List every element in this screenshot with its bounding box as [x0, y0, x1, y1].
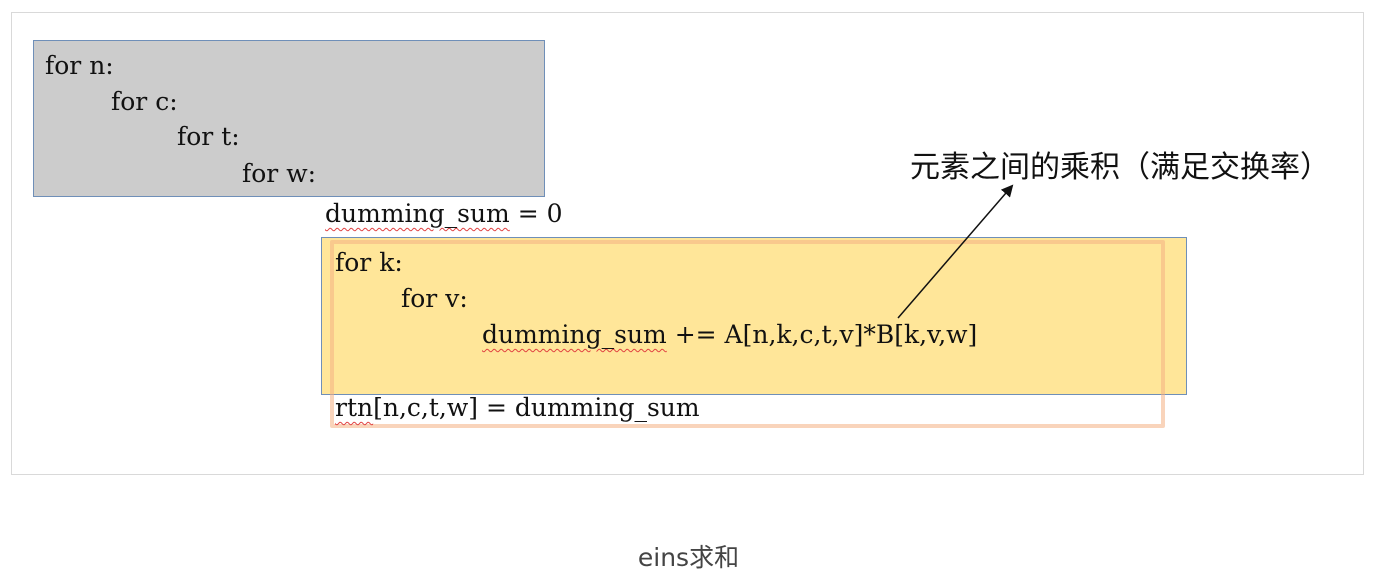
result-rest: [n,c,t,w] = dumming_sum: [373, 393, 700, 422]
result-var: rtn: [335, 393, 374, 422]
outer-loop-n: for n:: [45, 51, 114, 80]
init-rest: = 0: [509, 199, 563, 228]
figure-caption: eins求和: [637, 543, 740, 572]
result-statement: rtn[n,c,t,w] = dumming_sum: [335, 390, 700, 426]
outer-loop-w: for w:: [242, 159, 317, 188]
annotation-label: 元素之间的乘积（满足交换率）: [910, 150, 1330, 185]
outer-loop-t: for t:: [177, 122, 240, 151]
init-statement: dumming_sum = 0: [325, 196, 563, 232]
inner-loop-k: for k:: [335, 248, 403, 277]
body-rest: += A[n,k,c,t,v]*B[k,v,w]: [666, 320, 978, 349]
body-var: dumming_sum: [482, 320, 667, 349]
accumulate-statement: dumming_sum += A[n,k,c,t,v]*B[k,v,w]: [482, 317, 977, 353]
outer-loop-c: for c:: [111, 87, 178, 116]
inner-loop-v: for v:: [401, 284, 468, 313]
init-var: dumming_sum: [325, 199, 510, 228]
